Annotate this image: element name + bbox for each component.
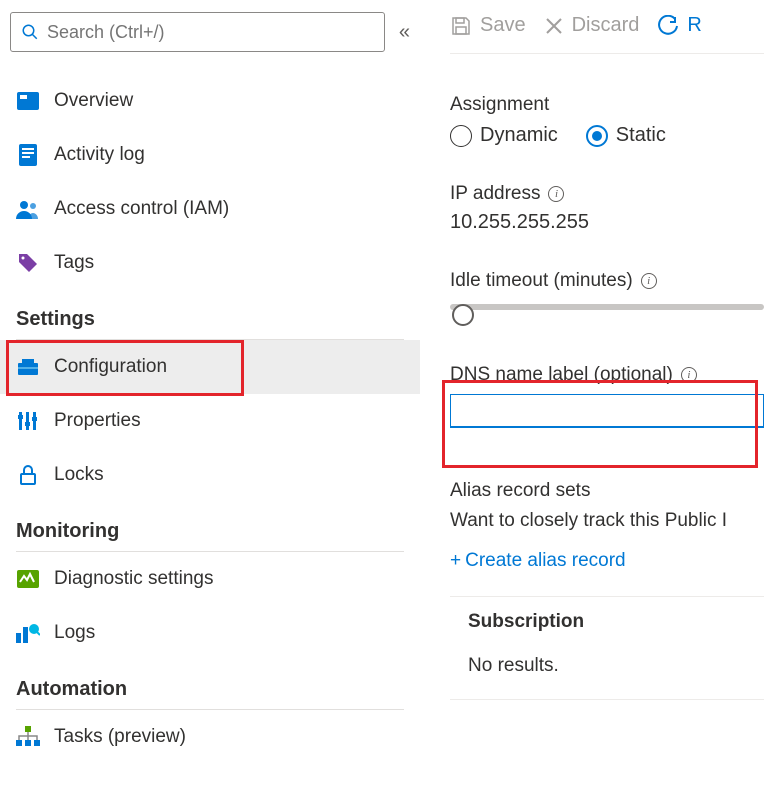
- link-label: Create alias record: [465, 550, 626, 572]
- sidebar-item-diagnostic-settings[interactable]: Diagnostic settings: [0, 552, 420, 606]
- sidebar-item-label: Access control (IAM): [54, 198, 229, 220]
- save-button[interactable]: Save: [450, 14, 526, 37]
- alias-record-text: Want to closely track this Public I: [450, 510, 764, 532]
- overview-icon: [16, 89, 40, 113]
- idle-timeout-label: Idle timeout (minutes): [450, 270, 633, 292]
- refresh-button[interactable]: R: [657, 14, 701, 37]
- settings-header: Settings: [0, 290, 420, 331]
- toolbar-label: Discard: [572, 14, 640, 37]
- sidebar-item-label: Tags: [54, 252, 94, 274]
- sidebar-item-label: Configuration: [54, 356, 167, 378]
- alias-record-heading: Alias record sets: [450, 480, 764, 502]
- sidebar-item-locks[interactable]: Locks: [0, 448, 420, 502]
- radio-icon: [586, 125, 608, 147]
- sidebar-item-overview[interactable]: Overview: [0, 74, 420, 128]
- automation-header: Automation: [0, 660, 420, 701]
- assignment-label: Assignment: [450, 94, 764, 116]
- sidebar-item-tasks[interactable]: Tasks (preview): [0, 710, 420, 764]
- sidebar-item-label: Diagnostic settings: [54, 568, 213, 590]
- tags-icon: [16, 251, 40, 275]
- diagnostic-icon: [16, 567, 40, 591]
- subscription-label: Subscription: [468, 611, 764, 633]
- sidebar-item-configuration[interactable]: Configuration: [0, 340, 420, 394]
- sidebar-item-access-control[interactable]: Access control (IAM): [0, 182, 420, 236]
- create-alias-link[interactable]: + Create alias record: [450, 550, 764, 572]
- assignment-dynamic-radio[interactable]: Dynamic: [450, 124, 558, 147]
- dns-name-input[interactable]: [450, 394, 764, 428]
- properties-icon: [16, 409, 40, 433]
- sidebar-item-activity-log[interactable]: Activity log: [0, 128, 420, 182]
- sidebar-item-label: Tasks (preview): [54, 726, 186, 748]
- idle-timeout-slider[interactable]: [450, 304, 764, 328]
- assignment-static-radio[interactable]: Static: [586, 124, 666, 147]
- close-icon: [544, 16, 564, 36]
- activity-log-icon: [16, 143, 40, 167]
- radio-label: Dynamic: [480, 124, 558, 147]
- sidebar-item-label: Properties: [54, 410, 141, 432]
- tasks-icon: [16, 725, 40, 749]
- sidebar-item-label: Overview: [54, 90, 133, 112]
- plus-icon: +: [450, 550, 461, 572]
- sidebar-item-logs[interactable]: Logs: [0, 606, 420, 660]
- access-control-icon: [16, 197, 40, 221]
- search-input[interactable]: [47, 22, 374, 43]
- slider-thumb[interactable]: [452, 304, 474, 326]
- sidebar-item-tags[interactable]: Tags: [0, 236, 420, 290]
- collapse-sidebar-button[interactable]: «: [399, 21, 410, 44]
- subscription-empty: No results.: [468, 655, 764, 677]
- ip-address-value: 10.255.255.255: [450, 211, 764, 234]
- divider: [450, 699, 764, 700]
- search-box[interactable]: [10, 12, 385, 52]
- sidebar-item-label: Activity log: [54, 144, 145, 166]
- sidebar-item-label: Locks: [54, 464, 104, 486]
- info-icon[interactable]: i: [641, 273, 657, 289]
- info-icon[interactable]: i: [681, 367, 697, 383]
- dns-name-label: DNS name label (optional): [450, 364, 673, 386]
- toolbar-label: R: [687, 14, 701, 37]
- search-icon: [21, 23, 39, 41]
- refresh-icon: [657, 15, 679, 37]
- configuration-icon: [16, 355, 40, 379]
- ip-address-label: IP address: [450, 183, 540, 205]
- info-icon[interactable]: i: [548, 186, 564, 202]
- save-icon: [450, 15, 472, 37]
- discard-button[interactable]: Discard: [544, 14, 640, 37]
- radio-label: Static: [616, 124, 666, 147]
- monitoring-header: Monitoring: [0, 502, 420, 543]
- lock-icon: [16, 463, 40, 487]
- toolbar-label: Save: [480, 14, 526, 37]
- sidebar-item-label: Logs: [54, 622, 95, 644]
- logs-icon: [16, 621, 40, 645]
- radio-icon: [450, 125, 472, 147]
- sidebar-item-properties[interactable]: Properties: [0, 394, 420, 448]
